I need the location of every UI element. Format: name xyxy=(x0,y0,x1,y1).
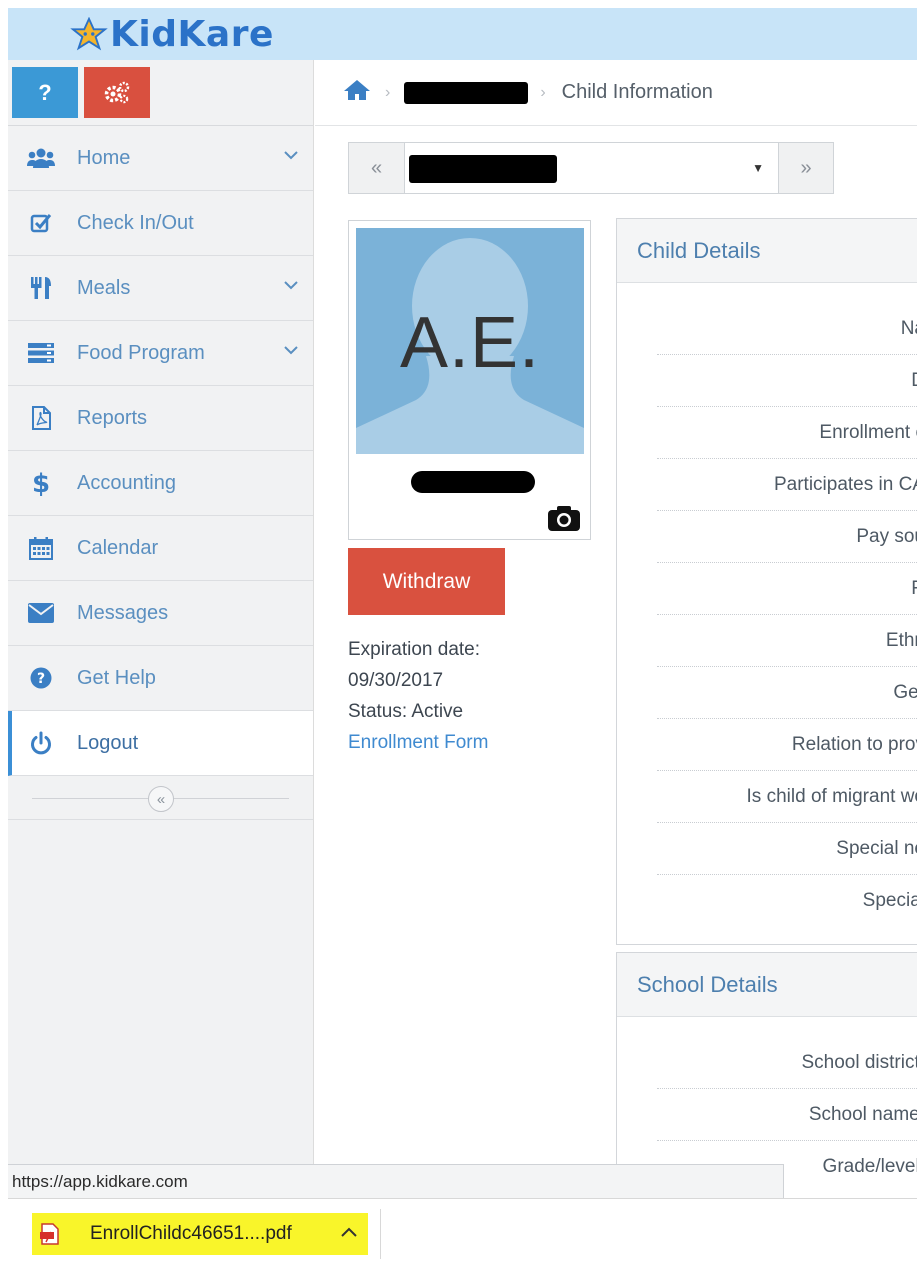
expiration-date: 09/30/2017 xyxy=(348,670,444,691)
detail-row-label: Special ne xyxy=(657,823,917,875)
sidebar-item-label: Get Help xyxy=(77,666,156,689)
child-details-panel: Child Details NaDEnrollment cParticipate… xyxy=(616,218,917,945)
detail-row-label: Pay sou xyxy=(657,511,917,563)
sidebar-item-label: Home xyxy=(77,146,131,169)
detail-row-label: Ethn xyxy=(657,615,917,667)
top-bar: KidKare xyxy=(8,8,917,60)
caret-down-icon: ▼ xyxy=(752,161,764,175)
panel-title: Child Details xyxy=(617,219,917,283)
sidebar-item-messages[interactable]: Messages xyxy=(8,581,313,646)
sidebar-item-label: Reports xyxy=(77,406,148,429)
collapse-sidebar-button[interactable]: « xyxy=(148,786,174,812)
sidebar-item-label: Messages xyxy=(77,601,169,624)
panel-title: School Details xyxy=(617,953,917,1017)
child-photo-card: A.E. xyxy=(348,220,591,540)
download-item[interactable]: EnrollChildc46651....pdf xyxy=(32,1213,368,1255)
detail-row-label: Na xyxy=(657,303,917,355)
star-logo-icon xyxy=(70,17,108,51)
brand-name: KidKare xyxy=(110,13,274,55)
calendar-icon xyxy=(26,536,56,560)
redacted-child-name xyxy=(409,155,557,183)
detail-row-label: Participates in CA xyxy=(657,459,917,511)
sidebar-item-meals[interactable]: Meals xyxy=(8,256,313,321)
svg-text:?: ? xyxy=(37,671,45,687)
main-content: › › Child Information « ▼ » A.E. Withdra… xyxy=(315,60,917,1212)
chevron-down-icon xyxy=(284,281,298,290)
sidebar-item-label: Logout xyxy=(77,731,139,754)
sidebar-item-calendar[interactable]: Calendar xyxy=(8,516,313,581)
chevron-down-icon xyxy=(284,151,298,160)
next-child-button[interactable]: » xyxy=(778,143,833,193)
sidebar-toolbar: ? xyxy=(8,60,313,126)
detail-row-label: D xyxy=(657,355,917,407)
sidebar-item-label: Food Program xyxy=(77,341,205,364)
detail-row-label: Relation to prov xyxy=(657,719,917,771)
sidebar-item-home[interactable]: Home xyxy=(8,126,313,191)
status-text: Status: Active xyxy=(348,701,464,722)
utensils-icon xyxy=(26,276,56,300)
detail-row-label: Special xyxy=(862,890,917,911)
help-button[interactable]: ? xyxy=(12,67,78,118)
kidkare-logo[interactable]: KidKare xyxy=(70,8,274,60)
redacted-child-name xyxy=(411,471,535,493)
sidebar-item-food-program[interactable]: Food Program xyxy=(8,321,313,386)
envelope-icon xyxy=(26,603,56,623)
sidebar-item-label: Meals xyxy=(77,276,131,299)
detail-row-label: Enrollment c xyxy=(657,407,917,459)
sidebar-item-label: Accounting xyxy=(77,471,176,494)
gears-icon xyxy=(104,81,130,103)
camera-icon[interactable] xyxy=(547,504,581,532)
detail-row-label: School district: xyxy=(657,1037,917,1089)
breadcrumb-current: Child Information xyxy=(561,81,713,103)
pdf-icon xyxy=(26,406,56,430)
question-circle-icon: ? xyxy=(26,667,56,689)
detail-row-label: School name: xyxy=(657,1089,917,1141)
expiration-label: Expiration date: xyxy=(348,639,481,660)
child-initials: A.E. xyxy=(399,303,541,383)
sidebar-item-logout[interactable]: Logout xyxy=(8,711,313,776)
child-avatar: A.E. xyxy=(356,228,584,454)
sidebar-item-accounting[interactable]: $ Accounting xyxy=(8,451,313,516)
power-icon xyxy=(26,731,56,755)
sidebar-item-check-in-out[interactable]: Check In/Out xyxy=(8,191,313,256)
detail-row-label: Ger xyxy=(657,667,917,719)
divider xyxy=(380,1209,381,1259)
child-meta: Expiration date: 09/30/2017 Status: Acti… xyxy=(348,634,488,758)
browser-status-bar: https://app.kidkare.com xyxy=(8,1164,784,1198)
sidebar: ? Home Check In/Out Meals Food Program R… xyxy=(8,60,314,1164)
pdf-file-icon xyxy=(40,1223,59,1245)
dollar-icon: $ xyxy=(26,469,56,497)
child-selector: « ▼ » xyxy=(348,142,834,194)
checkbox-icon xyxy=(26,212,56,234)
sidebar-item-reports[interactable]: Reports xyxy=(8,386,313,451)
download-bar: EnrollChildc46651....pdf xyxy=(8,1198,917,1269)
svg-text:$: $ xyxy=(33,469,49,497)
sidebar-collapse-row: « xyxy=(8,776,313,820)
settings-button[interactable] xyxy=(84,67,150,118)
withdraw-button[interactable]: Withdraw xyxy=(348,548,505,615)
status-url: https://app.kidkare.com xyxy=(12,1171,188,1191)
sidebar-item-get-help[interactable]: ? Get Help xyxy=(8,646,313,711)
download-filename: EnrollChildc46651....pdf xyxy=(90,1223,292,1244)
chevron-up-icon[interactable] xyxy=(340,1225,358,1239)
sidebar-item-label: Calendar xyxy=(77,536,159,559)
breadcrumb: › › Child Information xyxy=(315,60,917,126)
home-icon[interactable] xyxy=(343,79,373,106)
child-select-dropdown[interactable]: ▼ xyxy=(405,143,778,193)
server-icon xyxy=(26,343,56,363)
users-icon xyxy=(26,147,56,169)
sidebar-item-label: Check In/Out xyxy=(77,211,194,234)
breadcrumb-separator-icon: › xyxy=(385,83,391,101)
chevron-down-icon xyxy=(284,346,298,355)
detail-row-label: Is child of migrant wo xyxy=(657,771,917,823)
redacted-breadcrumb xyxy=(404,81,529,104)
previous-child-button[interactable]: « xyxy=(349,143,405,193)
breadcrumb-separator-icon: › xyxy=(540,83,546,101)
child-details-rows: NaDEnrollment cParticipates in CAPay sou… xyxy=(617,283,917,927)
detail-row-label: R xyxy=(657,563,917,615)
enrollment-form-link[interactable]: Enrollment Form xyxy=(348,727,488,758)
